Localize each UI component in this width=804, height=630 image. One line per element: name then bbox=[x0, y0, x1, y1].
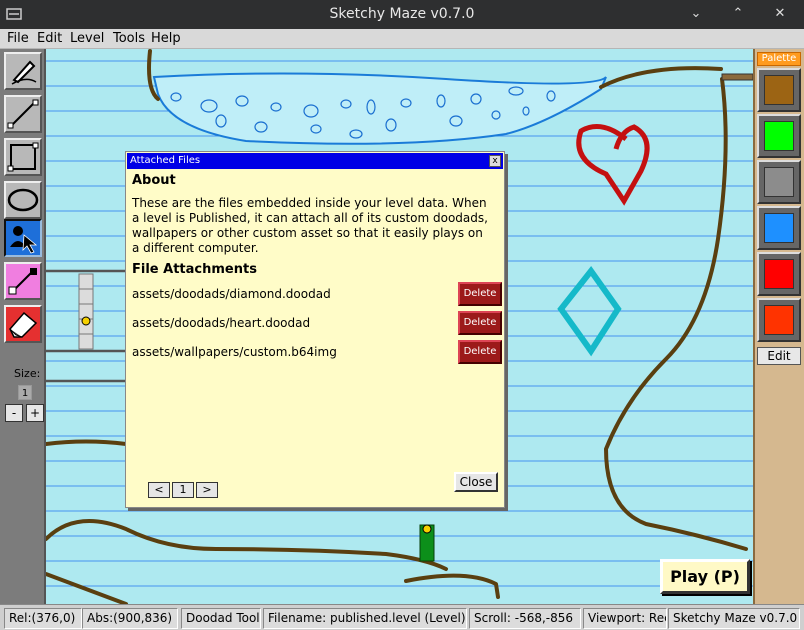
play-button[interactable]: Play (P) bbox=[660, 559, 750, 594]
delete-file-button[interactable]: Delete bbox=[458, 311, 502, 335]
status-filename: Filename: published.level (Level) bbox=[263, 608, 467, 629]
menu-bar: File Edit Level Tools Help bbox=[0, 29, 804, 49]
palette-swatch-red[interactable] bbox=[757, 252, 801, 296]
maximize-icon[interactable]: ⌃ bbox=[729, 5, 747, 23]
status-tool: Doodad Tool bbox=[181, 608, 261, 629]
status-scroll: Scroll: -568,-856 bbox=[469, 608, 581, 629]
delete-file-button[interactable]: Delete bbox=[458, 282, 502, 306]
dialog-title: Attached Files bbox=[130, 155, 201, 166]
palette-swatch-blue[interactable] bbox=[757, 206, 801, 250]
swatch-color bbox=[764, 213, 794, 243]
status-rel-coords: Rel:(376,0) bbox=[4, 608, 82, 629]
brush-size-increase-button[interactable]: + bbox=[26, 404, 44, 422]
palette-edit-button[interactable]: Edit bbox=[757, 347, 801, 365]
menu-edit[interactable]: Edit bbox=[37, 31, 62, 46]
about-line: a different computer. bbox=[132, 241, 259, 255]
file-row: assets/doodads/diamond.doodad Delete bbox=[132, 282, 502, 308]
attached-files-dialog: Attached Files x About These are the fil… bbox=[125, 151, 505, 508]
menu-level[interactable]: Level bbox=[70, 31, 104, 46]
eraser-icon bbox=[9, 311, 38, 338]
swatch-color bbox=[764, 305, 794, 335]
about-line: These are the files embedded inside your… bbox=[132, 196, 487, 210]
swatch-color bbox=[764, 121, 794, 151]
close-button[interactable]: Close bbox=[454, 472, 498, 492]
link-icon bbox=[8, 268, 37, 295]
link-tool-button[interactable] bbox=[4, 262, 42, 300]
page-number: 1 bbox=[172, 482, 194, 498]
about-heading: About bbox=[132, 173, 176, 188]
palette-swatch-brown[interactable] bbox=[757, 68, 801, 112]
brush-size-decrease-button[interactable]: - bbox=[5, 404, 23, 422]
prev-page-button[interactable]: < bbox=[148, 482, 170, 498]
tool-palette: Size: 1 - + bbox=[0, 49, 46, 604]
palette-swatch-green[interactable] bbox=[757, 114, 801, 158]
brush-size-value: 1 bbox=[18, 385, 32, 400]
about-text: These are the files embedded inside your… bbox=[132, 196, 492, 256]
next-page-button[interactable]: > bbox=[196, 482, 218, 498]
status-bar: Rel:(376,0) Abs:(900,836) Doodad Tool Fi… bbox=[0, 604, 804, 630]
about-line: a level is Published, it can attach all … bbox=[132, 211, 488, 225]
swatch-color bbox=[764, 75, 794, 105]
about-line: wallpapers or other custom asset so that… bbox=[132, 226, 483, 240]
menu-tools[interactable]: Tools bbox=[113, 31, 145, 46]
palette-title: Palette bbox=[757, 52, 801, 66]
status-abs-coords: Abs:(900,836) bbox=[82, 608, 178, 629]
file-attachments-heading: File Attachments bbox=[132, 262, 257, 277]
dialog-titlebar: Attached Files x bbox=[127, 153, 503, 169]
menu-file[interactable]: File bbox=[7, 31, 29, 46]
pencil-icon bbox=[11, 60, 37, 85]
rectangle-tool-button[interactable] bbox=[4, 138, 42, 176]
file-name: assets/doodads/heart.doodad bbox=[132, 316, 311, 330]
line-tool-button[interactable] bbox=[4, 95, 42, 133]
menu-help[interactable]: Help bbox=[151, 31, 181, 46]
window-titlebar: Sketchy Maze v0.7.0 ⌄ ⌃ ✕ bbox=[0, 0, 804, 29]
doodad-cursor-icon bbox=[10, 226, 38, 254]
delete-file-button[interactable]: Delete bbox=[458, 340, 502, 364]
status-app-version: Sketchy Maze v0.7.0 bbox=[668, 608, 800, 629]
color-palette: Palette Edit bbox=[753, 49, 804, 604]
pencil-tool-button[interactable] bbox=[4, 52, 42, 90]
minimize-icon[interactable]: ⌄ bbox=[687, 5, 705, 23]
rectangle-icon bbox=[7, 142, 39, 172]
file-row: assets/wallpapers/custom.b64img Delete bbox=[132, 340, 502, 366]
eraser-tool-button[interactable] bbox=[4, 305, 42, 343]
dialog-close-icon[interactable]: x bbox=[489, 155, 501, 167]
swatch-color bbox=[764, 167, 794, 197]
close-window-icon[interactable]: ✕ bbox=[771, 5, 789, 23]
status-viewport: Viewport: Rec bbox=[583, 608, 667, 629]
file-row: assets/doodads/heart.doodad Delete bbox=[132, 311, 502, 337]
doodad-tool-button[interactable] bbox=[4, 219, 42, 257]
palette-swatch-gray[interactable] bbox=[757, 160, 801, 204]
brush-size-label: Size: bbox=[14, 367, 41, 380]
ellipse-tool-button[interactable] bbox=[4, 181, 42, 219]
ellipse-icon bbox=[7, 188, 39, 212]
palette-swatch-orange[interactable] bbox=[757, 298, 801, 342]
swatch-color bbox=[764, 259, 794, 289]
line-icon bbox=[7, 99, 39, 129]
file-name: assets/doodads/diamond.doodad bbox=[132, 287, 331, 301]
window-title: Sketchy Maze v0.7.0 bbox=[329, 6, 475, 22]
file-name: assets/wallpapers/custom.b64img bbox=[132, 345, 337, 359]
